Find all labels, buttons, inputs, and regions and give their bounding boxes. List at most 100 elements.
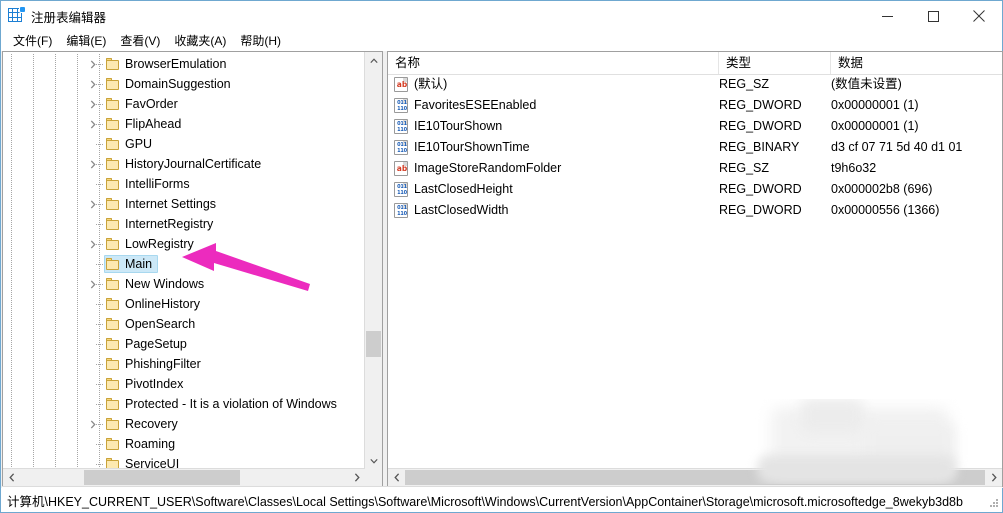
value-name: IE10TourShownTime bbox=[414, 140, 530, 154]
tree-item-favorder[interactable]: FavOrder bbox=[3, 94, 365, 114]
tree-item-pagesetup[interactable]: PageSetup bbox=[3, 334, 365, 354]
tree-item-serviceui[interactable]: ServiceUI bbox=[3, 454, 365, 469]
menu-favorites[interactable]: 收藏夹(A) bbox=[167, 32, 233, 50]
tree-item-opensearch[interactable]: OpenSearch bbox=[3, 314, 365, 334]
dword-value-icon: 011 110 bbox=[394, 182, 408, 197]
column-header-type[interactable]: 类型 bbox=[719, 52, 831, 74]
value-data: 0x00000001 (1) bbox=[831, 98, 919, 112]
folder-icon bbox=[106, 338, 120, 350]
tree-item-label: Protected - It is a violation of Windows bbox=[125, 397, 337, 411]
tree-item-label: InternetRegistry bbox=[125, 217, 214, 231]
tree-item-gpu[interactable]: GPU bbox=[3, 134, 365, 154]
resize-grip-icon[interactable] bbox=[989, 498, 999, 508]
dword-value-icon: 011 110 bbox=[394, 119, 408, 134]
value-type: REG_DWORD bbox=[719, 119, 802, 133]
menu-help[interactable]: 帮助(H) bbox=[233, 32, 288, 50]
folder-icon bbox=[106, 118, 120, 130]
column-header-data[interactable]: 数据 bbox=[831, 52, 1002, 74]
menu-view[interactable]: 查看(V) bbox=[113, 32, 167, 50]
menu-edit[interactable]: 编辑(E) bbox=[59, 32, 113, 50]
column-header-name[interactable]: 名称 bbox=[388, 52, 719, 74]
value-type: REG_DWORD bbox=[719, 98, 802, 112]
folder-icon bbox=[106, 158, 120, 170]
tree-item-label: Internet Settings bbox=[125, 197, 217, 211]
tree-item-label: PivotIndex bbox=[125, 377, 184, 391]
tree-scroll-right-icon[interactable] bbox=[348, 469, 365, 486]
value-row[interactable]: 011 110 LastClosedHeight REG_DWORD 0x000002b… bbox=[388, 179, 1002, 200]
tree-scroll-left-icon[interactable] bbox=[3, 469, 20, 486]
tree-item-internetregistry[interactable]: InternetRegistry bbox=[3, 214, 365, 234]
tree-scroll-up-icon[interactable] bbox=[365, 52, 382, 69]
tree-item-label: New Windows bbox=[125, 277, 205, 291]
tree-item-pivotindex[interactable]: PivotIndex bbox=[3, 374, 365, 394]
value-type: REG_DWORD bbox=[719, 182, 802, 196]
value-name: ImageStoreRandomFolder bbox=[414, 161, 562, 175]
value-row[interactable]: 011 110 IE10TourShown REG_DWORD 0x00000001 (… bbox=[388, 116, 1002, 137]
minimize-button[interactable] bbox=[864, 1, 910, 31]
tree-item-domainsuggestion[interactable]: DomainSuggestion bbox=[3, 74, 365, 94]
tree-item-intelliforms[interactable]: IntelliForms bbox=[3, 174, 365, 194]
tree-item-new-windows[interactable]: New Windows bbox=[3, 274, 365, 294]
registry-tree-pane[interactable]: BrowserEmulation DomainSuggestion FavOrder… bbox=[2, 51, 383, 487]
tree-item-internet-settings[interactable]: Internet Settings bbox=[3, 194, 365, 214]
value-data: 0x00000556 (1366) bbox=[831, 203, 940, 217]
value-row[interactable]: ab (默认) REG_SZ (数值未设置) bbox=[388, 74, 1002, 95]
tree-item-label: DomainSuggestion bbox=[125, 77, 231, 91]
tree-item-lowregistry[interactable]: LowRegistry bbox=[3, 234, 365, 254]
tree-item-label: IntelliForms bbox=[125, 177, 190, 191]
tree-item-label: HistoryJournalCertificate bbox=[125, 157, 262, 171]
tree-vertical-scrollbar[interactable] bbox=[364, 52, 382, 469]
dword-value-icon: 011 110 bbox=[394, 98, 408, 113]
tree-item-historyjournalcertificate[interactable]: HistoryJournalCertificate bbox=[3, 154, 365, 174]
value-row[interactable]: 011 110 FavoritesESEEnabled REG_DWORD 0x0000… bbox=[388, 95, 1002, 116]
tree-item-browseremulation[interactable]: BrowserEmulation bbox=[3, 54, 365, 74]
menu-file[interactable]: 文件(F) bbox=[6, 32, 59, 50]
folder-icon bbox=[106, 438, 120, 450]
tree-item-main[interactable]: Main bbox=[3, 254, 365, 274]
tree-horizontal-scrollbar[interactable] bbox=[3, 468, 365, 486]
value-type: REG_SZ bbox=[719, 77, 770, 91]
tree-item-phishingfilter[interactable]: PhishingFilter bbox=[3, 354, 365, 374]
window-title: 注册表编辑器 bbox=[31, 11, 107, 25]
registry-editor-window: 注册表编辑器 文件(F) 编辑(E) 查看(V) 收藏夹(A) 帮助(H) Br… bbox=[0, 0, 1003, 513]
registry-path: 计算机\HKEY_CURRENT_USER\Software\Classes\L… bbox=[7, 495, 963, 509]
maximize-button[interactable] bbox=[910, 1, 956, 31]
tree-hscroll-thumb[interactable] bbox=[84, 470, 240, 485]
tree-item-label: LowRegistry bbox=[125, 237, 194, 251]
value-name: LastClosedHeight bbox=[414, 182, 513, 196]
value-name: FavoritesESEEnabled bbox=[414, 98, 537, 112]
value-row[interactable]: 011 110 LastClosedWidth REG_DWORD 0x00000556… bbox=[388, 200, 1002, 221]
content-panes: BrowserEmulation DomainSuggestion FavOrder… bbox=[1, 51, 1003, 488]
values-horizontal-scrollbar[interactable] bbox=[388, 468, 1002, 486]
values-scroll-right-icon[interactable] bbox=[985, 469, 1002, 486]
tree-item-roaming[interactable]: Roaming bbox=[3, 434, 365, 454]
value-name: LastClosedWidth bbox=[414, 203, 509, 217]
folder-icon bbox=[106, 318, 120, 330]
tree-viewport: BrowserEmulation DomainSuggestion FavOrder… bbox=[3, 52, 365, 469]
value-data: 0x000002b8 (696) bbox=[831, 182, 933, 196]
folder-icon bbox=[106, 238, 120, 250]
tree-item-onlinehistory[interactable]: OnlineHistory bbox=[3, 294, 365, 314]
binary-value-icon: 011 110 bbox=[394, 140, 408, 155]
values-scroll-left-icon[interactable] bbox=[388, 469, 405, 486]
close-button[interactable] bbox=[956, 1, 1002, 31]
value-row[interactable]: 011 110 IE10TourShownTime REG_BINARY d3 cf 0… bbox=[388, 137, 1002, 158]
tree-item-protected-it-is-a-violation-of-windows[interactable]: Protected - It is a violation of Windows bbox=[3, 394, 365, 414]
folder-icon bbox=[106, 58, 120, 70]
values-hscroll-thumb[interactable] bbox=[405, 470, 985, 485]
string-value-icon: ab bbox=[394, 161, 408, 176]
tree-item-label: OpenSearch bbox=[125, 317, 196, 331]
folder-icon bbox=[106, 258, 120, 270]
folder-icon bbox=[106, 278, 120, 290]
tree-scroll-thumb[interactable] bbox=[366, 331, 381, 357]
tree-scroll-down-icon[interactable] bbox=[365, 452, 382, 469]
tree-item-label: PageSetup bbox=[125, 337, 187, 351]
folder-icon bbox=[106, 178, 120, 190]
value-row[interactable]: ab ImageStoreRandomFolder REG_SZ t9h6o32 bbox=[388, 158, 1002, 179]
values-column-headers: 名称 类型 数据 bbox=[388, 52, 1002, 75]
value-data: t9h6o32 bbox=[831, 161, 877, 175]
registry-values-pane[interactable]: 名称 类型 数据 ab (默认) REG_SZ (数值未设置) 011 110 Favori… bbox=[387, 51, 1003, 487]
tree-item-flipahead[interactable]: FlipAhead bbox=[3, 114, 365, 134]
tree-item-recovery[interactable]: Recovery bbox=[3, 414, 365, 434]
folder-icon bbox=[106, 98, 120, 110]
